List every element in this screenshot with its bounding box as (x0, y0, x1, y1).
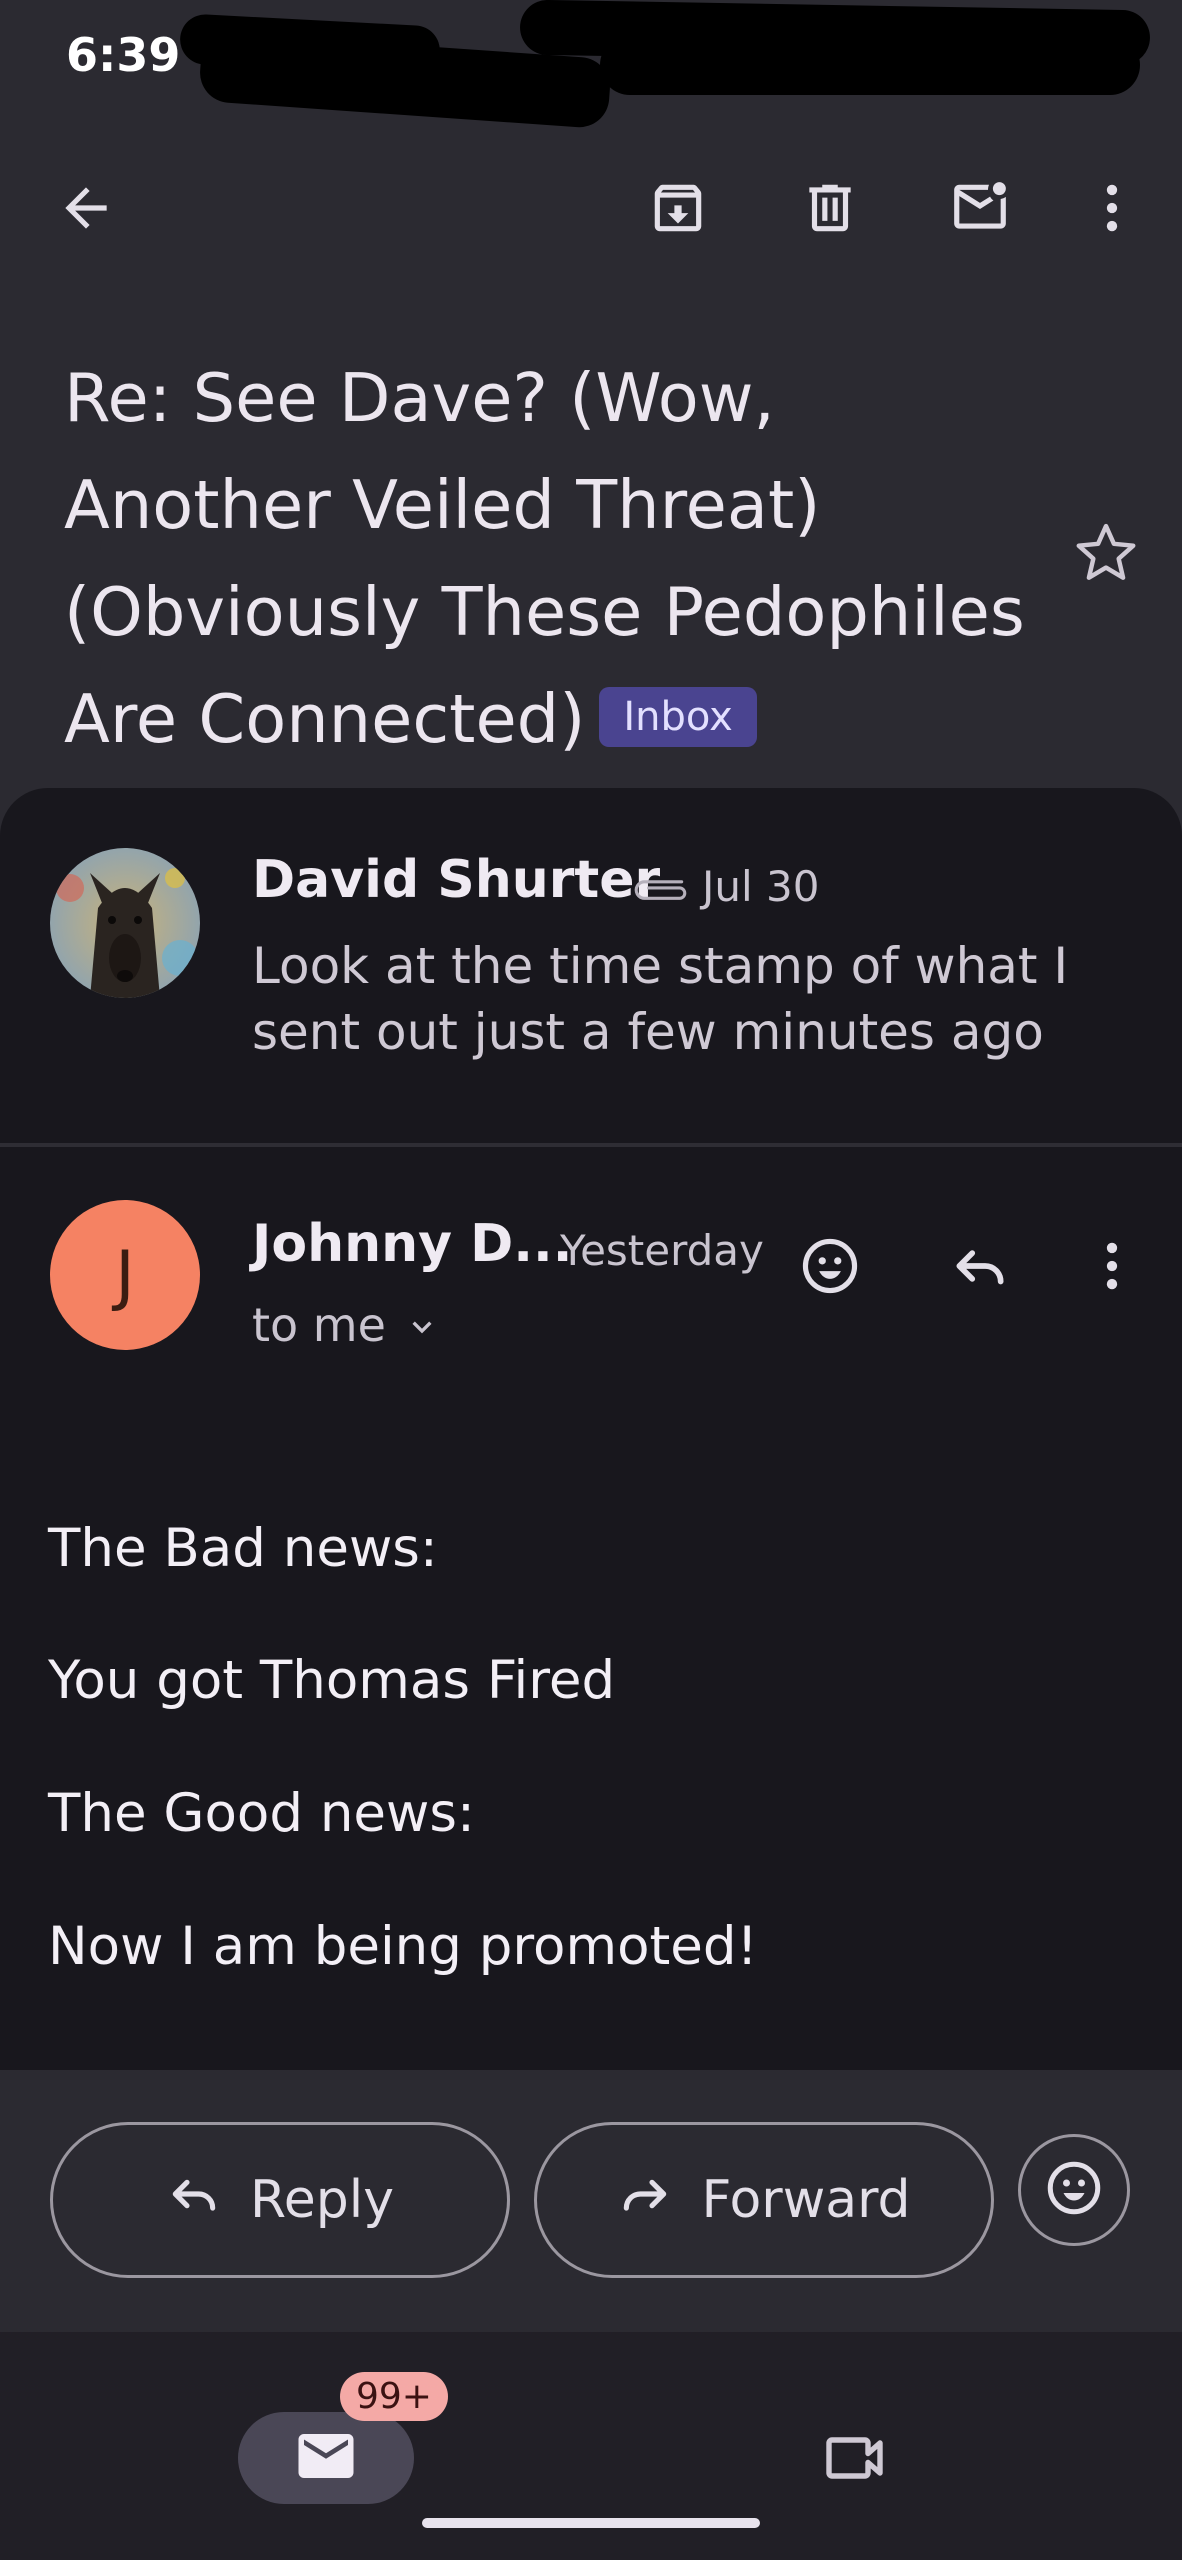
home-indicator[interactable] (422, 2518, 760, 2528)
message-actions: Reply Forward (0, 2070, 1182, 2332)
inbox-label-badge[interactable]: Inbox (599, 687, 757, 748)
attachment-icon (630, 873, 692, 909)
nav-mail-tab[interactable] (238, 2412, 414, 2504)
forward-button[interactable]: Forward (534, 2122, 994, 2278)
forward-icon (617, 2166, 673, 2235)
emoji-reaction-button[interactable] (1018, 2134, 1130, 2246)
message-snippet: Look at the time stamp of what I sent ou… (252, 937, 1069, 1061)
star-icon[interactable] (1068, 515, 1144, 591)
mark-unread-icon[interactable] (932, 160, 1028, 256)
back-arrow-icon[interactable] (38, 160, 134, 256)
sender-name[interactable]: Johnny D... (252, 1214, 573, 1274)
message-date: Yesterday (560, 1226, 764, 1275)
collapsed-message[interactable]: David Shurter Jul 30 Look at the time st… (0, 788, 1182, 1143)
avatar (50, 848, 200, 998)
message-body-line: You got Thomas Fired (48, 1650, 616, 1711)
avatar[interactable]: J (50, 1200, 200, 1350)
status-time: 6:39 (66, 28, 181, 82)
message-body-line: Now I am being promoted! (48, 1916, 758, 1977)
forward-label: Forward (701, 2170, 911, 2230)
redaction-mark (600, 35, 1140, 95)
sender-name: David Shurter (252, 850, 661, 910)
nav-meet-tab[interactable] (820, 2422, 892, 2494)
video-camera-icon (820, 2437, 892, 2498)
unread-count-badge: 99+ (340, 2372, 448, 2421)
mail-icon (293, 2423, 359, 2493)
recipient-text: to me (252, 1298, 386, 1352)
email-toolbar (0, 160, 1182, 280)
reply-button[interactable]: Reply (50, 2122, 510, 2278)
divider (0, 1143, 1182, 1147)
reply-icon[interactable] (932, 1218, 1028, 1314)
status-bar: 6:39 (0, 0, 1182, 130)
reply-label: Reply (249, 2170, 394, 2230)
emoji-icon (1044, 2158, 1104, 2222)
emoji-reaction-icon[interactable] (782, 1218, 878, 1314)
archive-icon[interactable] (630, 160, 726, 256)
subject-text: Re: See Dave? (Wow, Another Veiled Threa… (64, 359, 1025, 758)
more-vert-icon[interactable] (1064, 160, 1160, 256)
reply-icon (166, 2166, 222, 2235)
more-vert-icon[interactable] (1064, 1218, 1160, 1314)
email-subject: Re: See Dave? (Wow, Another Veiled Threa… (64, 345, 1044, 773)
message-body-line: The Bad news: (48, 1518, 438, 1579)
message-body-line: The Good news: (48, 1783, 475, 1844)
message-date: Jul 30 (702, 862, 820, 911)
trash-icon[interactable] (782, 160, 878, 256)
chevron-down-icon (402, 1306, 442, 1350)
message-thread: David Shurter Jul 30 Look at the time st… (0, 788, 1182, 2070)
